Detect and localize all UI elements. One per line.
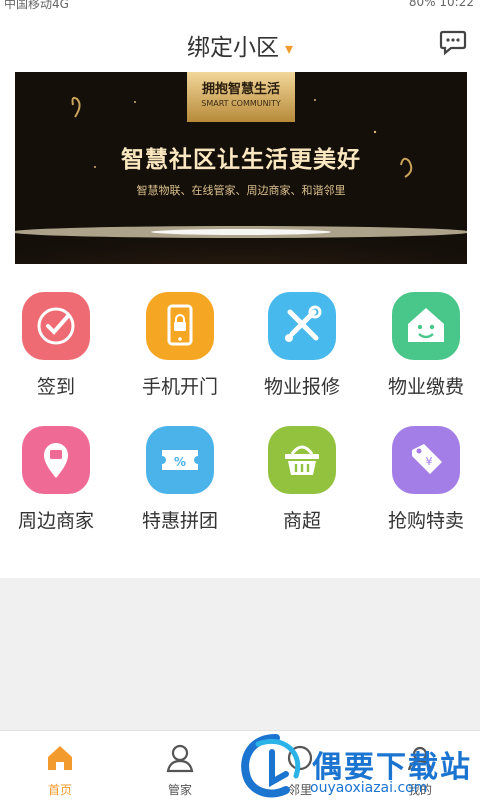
community-selector[interactable]: 绑定小区 ▾ (0, 28, 480, 62)
tab-butler[interactable]: 管家 (120, 731, 240, 798)
watermark-logo-icon (241, 734, 301, 798)
top-bar: 绑定小区 ▾ (0, 12, 480, 72)
butler-icon (166, 744, 194, 773)
feature-label: 签到 (36, 376, 75, 398)
feature-label: 周边商家 (17, 510, 94, 532)
basket-icon (285, 445, 319, 475)
banner-logo-cn: 拥抱智慧生活 (201, 82, 280, 97)
chat-bubble-icon (439, 30, 467, 56)
feature-label: 物业缴费 (387, 376, 464, 398)
message-button[interactable] (439, 30, 467, 56)
promo-banner[interactable]: 拥抱智慧生活 SMART COMMUNITY 智慧社区让生活更美好 智慧物联、在… (15, 72, 467, 264)
phone-lock-icon (167, 304, 193, 346)
battery-level: 80% (408, 0, 436, 9)
banner-logo-en: SMART COMMUNITY (201, 99, 281, 108)
page-title: 绑定小区 (186, 35, 279, 61)
tab-label: 首页 (47, 783, 72, 797)
price-tag-icon: ¥ (412, 444, 442, 474)
feature-nearby-shops[interactable]: 周边商家 (0, 426, 116, 533)
feature-label: 物业报修 (263, 376, 340, 398)
feature-supermarket[interactable]: 商超 (242, 426, 362, 533)
svg-text:%: % (174, 455, 186, 469)
feature-flash-sale[interactable]: ¥ 抢购特卖 (366, 426, 480, 533)
svg-text:¥: ¥ (426, 455, 433, 468)
tab-label: 管家 (167, 783, 192, 797)
feature-label: 手机开门 (141, 376, 218, 398)
feature-signin[interactable]: 签到 (0, 292, 116, 399)
house-face-icon (408, 308, 444, 342)
status-bar: 中国移动4G 80% 10:22 (0, 0, 480, 12)
tools-icon (285, 305, 322, 342)
carrier-label: 中国移动4G (4, 0, 69, 11)
clock: 10:22 (439, 0, 474, 9)
watermark-url: ouyaoxiazai.com (310, 780, 428, 796)
banner-headline: 智慧社区让生活更美好 (121, 147, 361, 173)
feature-label: 商超 (282, 510, 321, 532)
location-pin-icon (44, 443, 68, 478)
status-right: 80% 10:22 (409, 0, 474, 9)
feature-repair[interactable]: 物业报修 (242, 292, 362, 399)
feature-label: 抢购特卖 (387, 510, 464, 532)
content-spacer (0, 578, 480, 730)
feature-phone-unlock[interactable]: 手机开门 (120, 292, 240, 399)
home-icon (48, 746, 72, 770)
chevron-down-icon: ▾ (284, 39, 294, 58)
feature-label: 特惠拼团 (141, 510, 218, 532)
feature-group-deals[interactable]: % 特惠拼团 (120, 426, 240, 533)
coupon-icon: % (162, 450, 198, 470)
banner-logo: 拥抱智慧生活 SMART COMMUNITY (187, 78, 295, 108)
banner-tagline: 智慧物联、在线管家、周边商家、和谐邻里 (136, 184, 346, 197)
feature-property-fee[interactable]: 物业缴费 (366, 292, 480, 399)
feature-icon-bg (22, 292, 90, 360)
watermark: 偶要下载站 ouyaoxiazai.com (238, 734, 480, 800)
check-icon (37, 307, 75, 345)
tab-home[interactable]: 首页 (0, 731, 120, 798)
